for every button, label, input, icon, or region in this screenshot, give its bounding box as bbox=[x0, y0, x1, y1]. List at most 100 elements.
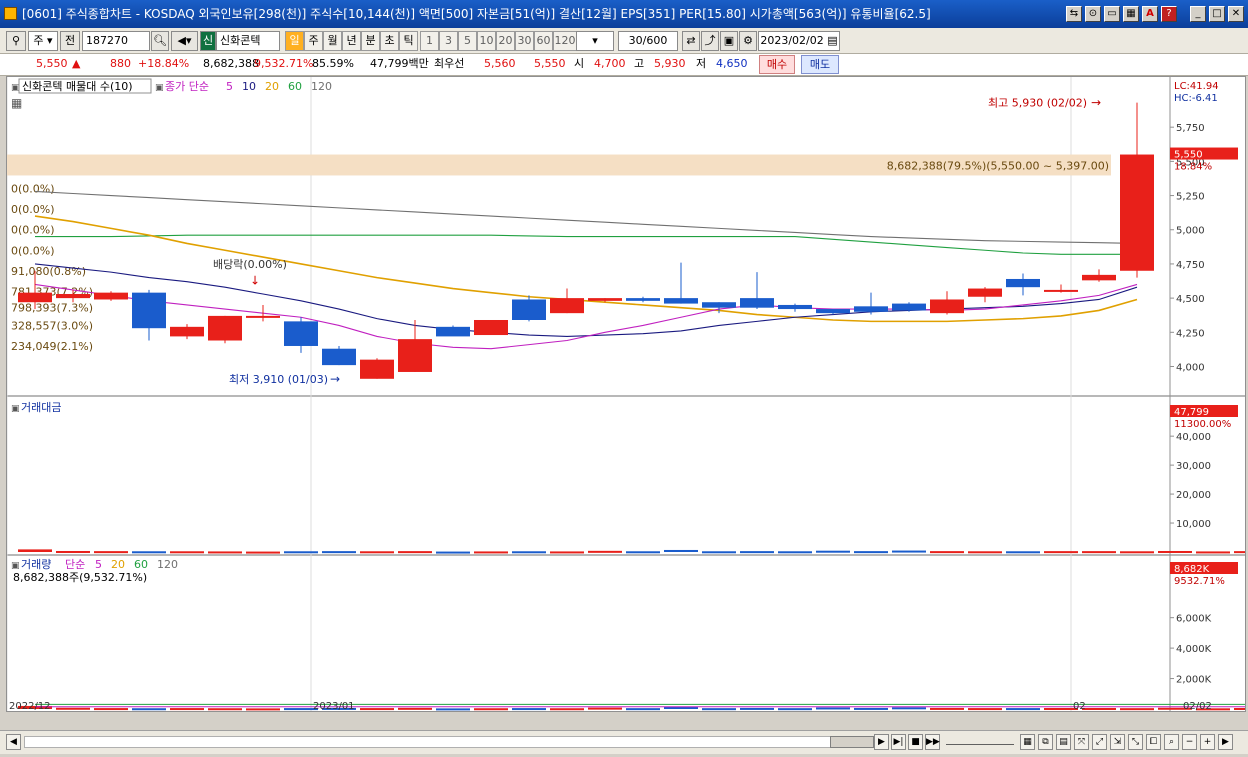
interval-button[interactable]: 20 bbox=[496, 31, 515, 51]
chart-svg[interactable]: 5,7505,5005,2505,0004,7504,5004,2504,000… bbox=[6, 77, 1248, 712]
period-tab[interactable]: 년 bbox=[342, 31, 361, 51]
font-icon[interactable]: A bbox=[1142, 6, 1158, 22]
volume-bar bbox=[246, 708, 280, 711]
search-icon[interactable]: 🔍︎ bbox=[151, 31, 169, 51]
zoom-in-icon[interactable]: + bbox=[1200, 734, 1215, 750]
zoom-slider[interactable] bbox=[946, 739, 1014, 745]
prev-button[interactable]: 전 bbox=[60, 31, 80, 51]
fast-forward-icon[interactable]: ▶▶ bbox=[925, 734, 940, 750]
amount-tag2-text: 11300.00% bbox=[1174, 419, 1231, 430]
stock-name-field[interactable]: 신화콘텍 bbox=[216, 31, 280, 51]
amount-bar bbox=[588, 550, 622, 553]
period-tab[interactable]: 월 bbox=[323, 31, 342, 51]
volume-bar bbox=[550, 708, 584, 711]
candle bbox=[1044, 289, 1078, 292]
volume-bar bbox=[854, 707, 888, 710]
open-label: 시 bbox=[574, 57, 585, 70]
layout-icon[interactable]: ▤ bbox=[1056, 734, 1071, 750]
close-button[interactable]: ✕ bbox=[1228, 6, 1244, 22]
overlay-icon[interactable]: ⧉ bbox=[1038, 734, 1053, 750]
market-select[interactable]: 주 ▾ bbox=[28, 31, 58, 51]
interval-button[interactable]: 10 bbox=[477, 31, 496, 51]
sell-button[interactable]: 매도 bbox=[801, 55, 839, 74]
volume-ma-period: 5 bbox=[95, 558, 102, 571]
change-percent: +18.84% bbox=[138, 57, 190, 70]
interval-button[interactable]: 3 bbox=[439, 31, 458, 51]
interval-button[interactable]: 60 bbox=[534, 31, 553, 51]
change-value: 880 bbox=[110, 57, 131, 70]
zoom-out-icon[interactable]: − bbox=[1182, 734, 1197, 750]
best-bid-label: 최우선 bbox=[434, 57, 465, 70]
tool-icon[interactable]: ⇄ bbox=[682, 31, 700, 51]
help-icon[interactable]: ? bbox=[1161, 6, 1177, 22]
expand-icon[interactable]: ⤡ bbox=[1128, 734, 1143, 750]
volume-bar bbox=[208, 708, 242, 711]
line-tool-icon[interactable]: ⤴ bbox=[701, 31, 719, 51]
candle bbox=[1120, 154, 1154, 271]
scrollbar-track[interactable] bbox=[24, 736, 874, 748]
crosshair-icon[interactable]: ⤧ bbox=[1074, 734, 1089, 750]
amount-bar bbox=[512, 551, 546, 554]
x-axis-label: 02 bbox=[1073, 701, 1086, 711]
interval-button[interactable]: 5 bbox=[458, 31, 477, 51]
period-tab[interactable]: 분 bbox=[361, 31, 380, 51]
scrollbar-thumb[interactable] bbox=[830, 736, 874, 748]
stock-code-input[interactable]: 187270 bbox=[82, 31, 150, 51]
volume-bar bbox=[816, 707, 850, 710]
next-icon[interactable]: ▶| bbox=[891, 734, 906, 750]
interval-button[interactable]: 1 bbox=[420, 31, 439, 51]
period-tab[interactable]: 일 bbox=[285, 31, 304, 51]
candle bbox=[892, 303, 926, 311]
screen-icon[interactable]: ▭ bbox=[1104, 6, 1120, 22]
volume-bar bbox=[1006, 708, 1040, 711]
volume-bar bbox=[740, 707, 774, 710]
amount-tick-label: 10,000 bbox=[1176, 519, 1211, 530]
layout-icon[interactable]: ▦ bbox=[1123, 6, 1139, 22]
zoom-icon[interactable]: ⌕ bbox=[1164, 734, 1179, 750]
period-tab[interactable]: 초 bbox=[380, 31, 399, 51]
save-icon[interactable]: ▣ bbox=[720, 31, 738, 51]
trend-icon[interactable]: ⤢ bbox=[1092, 734, 1107, 750]
amount-bar bbox=[816, 550, 850, 553]
period-tab[interactable]: 주 bbox=[304, 31, 323, 51]
volume-profile-label: 0(0.0%) bbox=[11, 183, 55, 196]
lc-label: LC:41.94 bbox=[1174, 81, 1219, 92]
scroll-left-button[interactable]: ◀ bbox=[6, 734, 21, 750]
date-field[interactable]: 2023/02/02 ▤ bbox=[758, 31, 840, 51]
candle bbox=[398, 339, 432, 372]
period-tab[interactable]: 틱 bbox=[399, 31, 418, 51]
count-field[interactable]: 30/600 bbox=[618, 31, 678, 51]
scroll-right-button[interactable]: ▶ bbox=[1218, 734, 1233, 750]
grid-icon[interactable]: ▦ bbox=[1020, 734, 1035, 750]
buy-button[interactable]: 매수 bbox=[759, 55, 795, 74]
bottom-bar: ◀ ▶ ▶| ■ ▶▶ ▦ ⧉ ▤ ⤧ ⤢ ⇲ ⤡ ⧠ ⌕ − + ▶ bbox=[0, 730, 1248, 754]
maximize-button[interactable]: □ bbox=[1209, 6, 1225, 22]
volume-profile-label: 0(0.0%) bbox=[11, 244, 55, 257]
interval-button[interactable]: 30 bbox=[515, 31, 534, 51]
play-icon[interactable]: ▶ bbox=[874, 734, 889, 750]
volume-profile-label: 8,682,388(79.5%)(5,550.00 ~ 5,397.00) bbox=[887, 159, 1109, 172]
speaker-icon[interactable]: ◀▾ bbox=[171, 31, 198, 51]
candle bbox=[740, 298, 774, 308]
volume-profile-label: 91,080(0.8%) bbox=[11, 265, 86, 278]
amount-bar bbox=[1196, 551, 1230, 554]
chart-area[interactable]: 5,750 5,500 5,250 5,000 4,750 4,500 4,250 4,000… bbox=[6, 76, 1248, 712]
legend-square-icon: ▣ bbox=[11, 561, 20, 571]
stop-icon[interactable]: ■ bbox=[908, 734, 923, 750]
amount-bar bbox=[702, 551, 736, 554]
candle bbox=[626, 298, 660, 301]
interval-dropdown[interactable]: ▾ bbox=[576, 31, 614, 51]
settings-gear-icon[interactable]: ⚙ bbox=[739, 31, 757, 51]
amount-bar bbox=[1158, 550, 1192, 553]
minimize-button[interactable]: _ bbox=[1190, 6, 1206, 22]
amount-bar bbox=[892, 550, 926, 553]
window-icon[interactable]: ⧠ bbox=[1146, 734, 1161, 750]
amount-bar bbox=[1082, 551, 1116, 554]
volume-ma-period: 120 bbox=[157, 558, 178, 571]
low-label: 저 bbox=[696, 57, 707, 70]
chart-type-icon[interactable]: ⊙ bbox=[1085, 6, 1101, 22]
fit-icon[interactable]: ⇲ bbox=[1110, 734, 1125, 750]
link-icon[interactable]: ⇆ bbox=[1066, 6, 1082, 22]
pin-icon[interactable]: ⚲ bbox=[6, 31, 26, 51]
interval-button[interactable]: 120 bbox=[553, 31, 577, 51]
